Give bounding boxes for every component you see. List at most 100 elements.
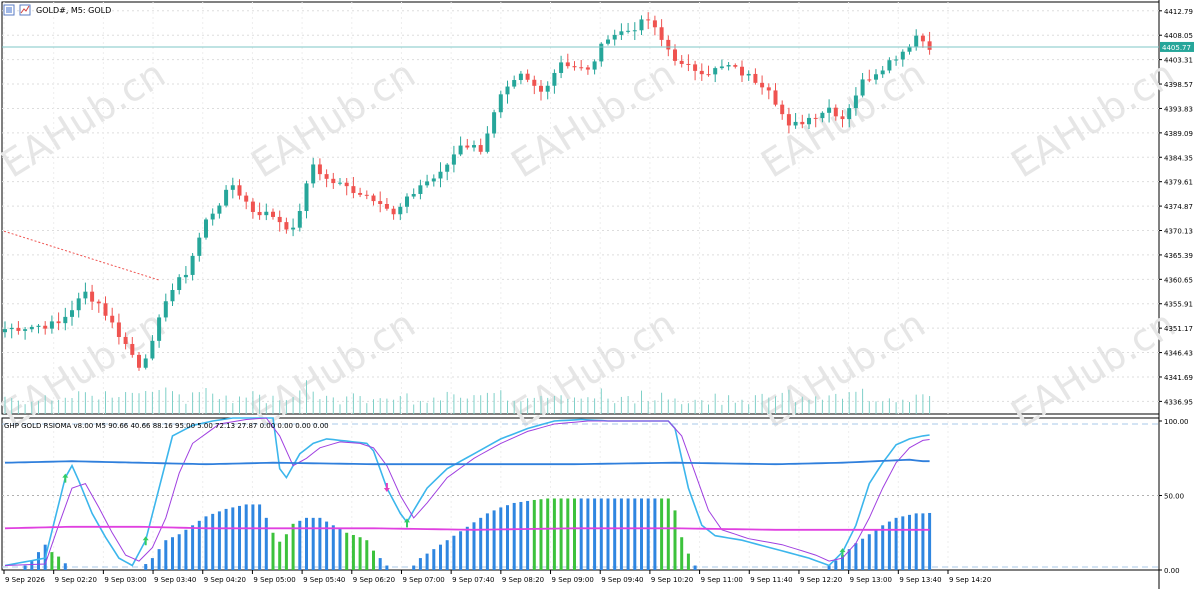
histogram-bar — [921, 513, 925, 570]
candle-body — [23, 329, 28, 331]
indicator-tick-label: 50.00 — [1164, 493, 1184, 501]
histogram-bar — [532, 499, 536, 570]
time-tick-label: 9 Sep 13:00 — [850, 576, 892, 584]
candle-body — [103, 303, 108, 316]
candle-body — [284, 222, 289, 230]
histogram-bar — [231, 507, 235, 570]
candle-body — [324, 174, 329, 179]
candle-body — [780, 104, 785, 115]
candle-body — [130, 343, 135, 355]
price-tick-label: 4393.83 — [1164, 105, 1193, 113]
candle-body — [297, 211, 302, 228]
histogram-bar — [264, 517, 268, 570]
candle-body — [123, 336, 128, 344]
candle-body — [800, 121, 805, 125]
histogram-bar — [660, 498, 664, 570]
candle-body — [143, 358, 148, 368]
candle-body — [572, 66, 577, 68]
candle-body — [525, 73, 530, 80]
price-tick-label: 4360.65 — [1164, 276, 1193, 284]
histogram-bar — [626, 498, 630, 570]
chart-icon[interactable] — [19, 4, 31, 16]
histogram-bar — [579, 498, 583, 570]
candle-body — [458, 145, 463, 155]
candle-body — [880, 70, 885, 75]
candle-body — [632, 30, 637, 32]
histogram-bar — [238, 505, 241, 570]
price-tick-label: 4370.13 — [1164, 228, 1193, 236]
histogram-bar — [881, 525, 885, 570]
candle-body — [512, 80, 517, 87]
candle-body — [639, 19, 644, 31]
time-tick-label: 9 Sep 14:20 — [949, 576, 991, 584]
window-icon-1[interactable] — [3, 4, 15, 16]
time-tick-label: 9 Sep 04:20 — [204, 576, 246, 584]
candle-body — [110, 315, 115, 323]
histogram-bar — [157, 549, 161, 570]
histogram-bar — [258, 504, 262, 570]
time-tick-label: 9 Sep 07:00 — [402, 576, 444, 584]
histogram-bar — [164, 540, 168, 570]
candle-body — [56, 321, 61, 324]
histogram-bar — [673, 510, 677, 570]
candle-body — [914, 35, 919, 47]
time-tick-label: 9 Sep 11:40 — [750, 576, 792, 584]
candle-body — [250, 201, 255, 212]
histogram-bar — [358, 537, 362, 570]
histogram-bar — [445, 540, 449, 570]
candle-body — [418, 185, 423, 194]
candle-body — [606, 39, 610, 44]
histogram-bar — [526, 500, 530, 570]
candle-body — [813, 117, 818, 119]
histogram-bar — [271, 532, 275, 570]
time-tick-label: 9 Sep 05:00 — [253, 576, 295, 584]
histogram-bar — [633, 498, 637, 570]
indicator-tick-label: 0.00 — [1164, 567, 1180, 575]
candle-body — [29, 326, 34, 330]
candle-body — [518, 73, 523, 81]
candle-body — [96, 301, 101, 304]
candle-body — [592, 61, 597, 70]
candle-body — [726, 65, 731, 67]
price-tick-label: 4351.17 — [1164, 325, 1193, 333]
histogram-bar — [867, 534, 871, 570]
time-tick-label: 9 Sep 13:40 — [899, 576, 941, 584]
candle-body — [659, 27, 664, 40]
candle-body — [492, 112, 497, 134]
candle-body — [438, 171, 443, 179]
histogram-bar — [57, 556, 61, 570]
histogram-bar — [372, 550, 375, 570]
histogram-bar — [331, 525, 335, 570]
candle-body — [472, 145, 476, 148]
candle-body — [163, 301, 168, 318]
current-price-label: 4405.77 — [1162, 44, 1191, 52]
candle-body — [666, 39, 671, 50]
candle-body — [304, 183, 309, 212]
candle-body — [699, 70, 704, 75]
candle-body — [70, 310, 74, 317]
candle-body — [740, 66, 744, 76]
candle-body — [157, 317, 162, 341]
price-tick-label: 4379.61 — [1164, 179, 1193, 187]
candle-body — [679, 60, 684, 64]
candle-body — [612, 34, 617, 40]
time-tick-label: 9 Sep 06:20 — [353, 576, 395, 584]
candle-body — [331, 178, 336, 184]
candle-body — [398, 206, 403, 215]
candle-body — [451, 154, 456, 165]
histogram-bar — [559, 498, 563, 570]
price-tick-label: 4408.05 — [1164, 32, 1193, 40]
time-tick-label: 9 Sep 05:40 — [303, 576, 345, 584]
candle-body — [760, 82, 765, 88]
candle-body — [431, 178, 436, 182]
histogram-bar — [834, 560, 838, 570]
histogram-bar — [211, 513, 215, 570]
price-tick-label: 4374.87 — [1164, 203, 1193, 211]
histogram-bar — [291, 523, 295, 570]
time-tick-label: 9 Sep 09:40 — [601, 576, 643, 584]
candle-body — [49, 321, 54, 329]
candle-body — [646, 19, 651, 21]
candle-body — [364, 194, 369, 196]
candle-body — [713, 68, 718, 75]
histogram-bar — [566, 498, 570, 570]
